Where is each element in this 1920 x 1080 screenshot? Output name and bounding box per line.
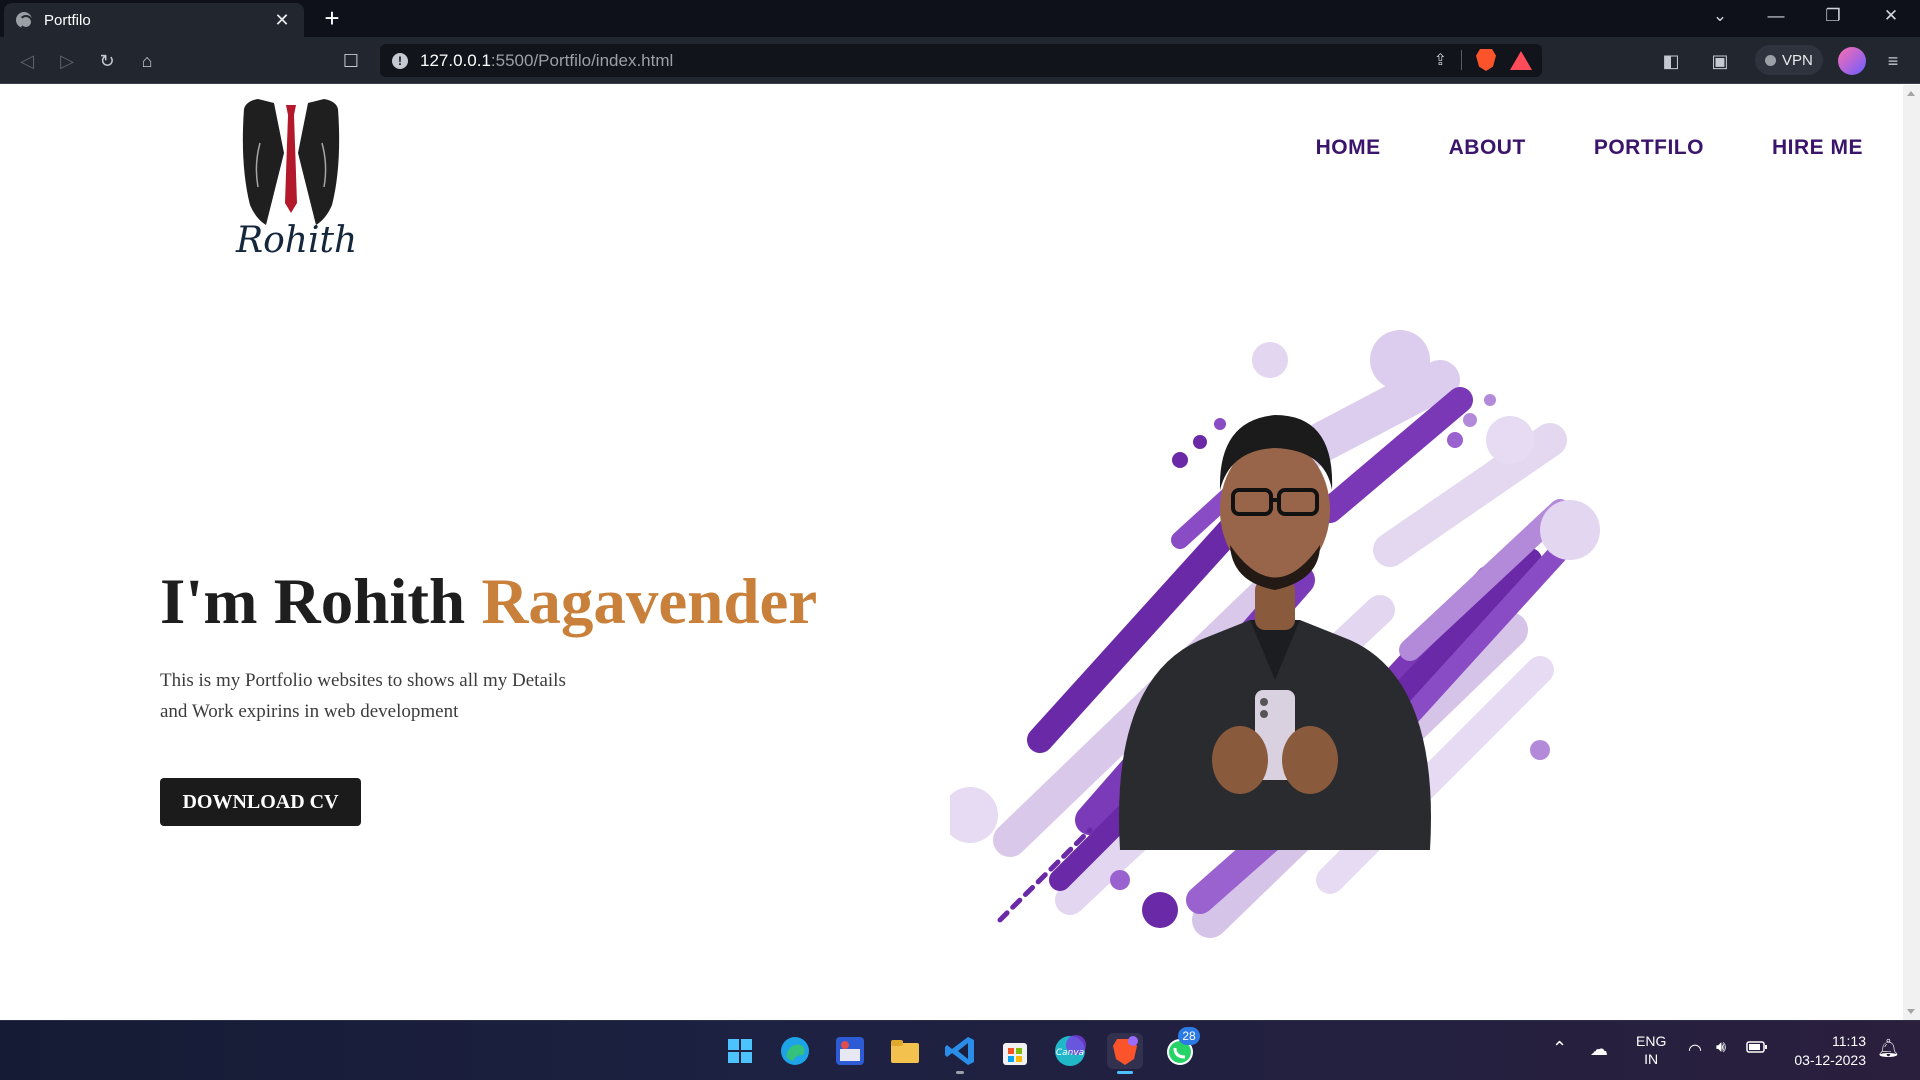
site-logo[interactable]: Rohith [236,95,358,290]
clock-time: 11:13 [1832,1033,1866,1049]
scroll-up-icon[interactable] [1907,91,1915,96]
hero-title: I'm Rohith Ragavender [160,565,817,640]
forward-button[interactable]: ▷ [54,48,80,74]
scroll-down-icon[interactable] [1907,1009,1915,1014]
url-path: :5500/Portfilo/index.html [490,50,674,70]
browser-toolbar: ◁ ▷ ↻ ⌂ ☐ ! 127.0.0.1 :5500/Portfilo/ind… [0,37,1920,84]
bookmark-icon[interactable]: ☐ [338,48,364,74]
vpn-status-icon [1765,54,1776,66]
notification-bell-icon[interactable]: 🔔︎ [1877,1038,1900,1059]
nav-about[interactable]: ABOUT [1449,136,1526,160]
battery-icon[interactable] [1746,1040,1768,1057]
page-scrollbar[interactable] [1903,85,1920,1020]
hero-title-name: I'm Rohith [160,566,482,638]
clock-date: 03-12-2023 [1794,1052,1866,1068]
canva-icon[interactable]: Canva [1052,1033,1088,1069]
web-page: Rohith HOME ABOUT PORTFILO HIRE ME I'm R… [0,85,1903,1020]
minimize-button[interactable]: — [1762,6,1790,26]
wifi-icon[interactable]: ◠ [1688,1040,1702,1060]
suit-logo-icon [242,99,340,225]
windows-start-icon[interactable] [722,1033,758,1069]
tab-search-icon[interactable]: ⌄ [1706,6,1734,26]
tab-strip: Portfilo ✕ + ⌄ — ❐ ✕ [0,0,1920,37]
brave-shields-icon[interactable] [1476,49,1496,71]
wallet-icon[interactable]: ▣ [1707,48,1733,74]
language-label: ENG [1636,1033,1667,1049]
download-cv-button[interactable]: DOWNLOAD CV [160,778,361,826]
home-button[interactable]: ⌂ [134,48,160,74]
restore-button[interactable]: ❐ [1819,6,1847,26]
whatsapp-badge: 28 [1178,1027,1200,1045]
nav-hire-me[interactable]: HIRE ME [1772,136,1863,160]
cloud-icon[interactable]: ☁ [1590,1039,1608,1060]
store-icon[interactable] [997,1033,1033,1069]
close-window-button[interactable]: ✕ [1877,6,1905,26]
address-bar[interactable]: ! 127.0.0.1 :5500/Portfilo/index.html ⇪ [380,44,1542,77]
profile-photo-illustration [942,330,1600,938]
brave-rewards-icon[interactable] [1510,50,1532,70]
sidebar-toggle-icon[interactable]: ◧ [1658,48,1684,74]
hero-image [942,320,1610,950]
reload-button[interactable]: ↻ [94,48,120,74]
hero-description: This is my Portfolio websites to shows a… [160,670,566,722]
clock[interactable]: 11:13 03-12-2023 [1786,1032,1866,1070]
profile-avatar[interactable] [1838,47,1866,75]
vpn-label: VPN [1782,51,1813,69]
brave-icon[interactable] [1107,1033,1143,1069]
url-host: 127.0.0.1 [420,50,491,70]
game-icon[interactable] [832,1033,868,1069]
vscode-icon[interactable] [942,1033,978,1069]
edge-icon[interactable] [777,1033,813,1069]
back-button[interactable]: ◁ [14,48,40,74]
menu-icon[interactable]: ≡ [1880,48,1906,74]
vpn-button[interactable]: VPN [1755,45,1823,75]
volume-icon[interactable]: 🔊︎ [1716,1039,1726,1057]
site-info-icon[interactable]: ! [392,52,408,69]
language-indicator[interactable]: ENG IN [1636,1032,1666,1068]
hero-title-accent: Ragavender [481,566,818,638]
new-tab-button[interactable]: + [318,5,346,31]
nav-portfolio[interactable]: PORTFILO [1594,136,1704,160]
canva-label: Canva [1056,1048,1084,1058]
share-icon[interactable]: ⇪ [1434,50,1447,70]
windows-taskbar: Canva 28 ⌃ ☁ ENG IN ◠ 🔊︎ 11:13 03-12-202… [0,1020,1920,1080]
globe-icon [16,12,33,29]
browser-tab[interactable]: Portfilo ✕ [4,3,304,37]
divider [1461,50,1462,70]
region-label: IN [1644,1051,1659,1067]
active-indicator [1117,1071,1133,1074]
logo-text: Rohith [236,220,358,261]
chevron-up-icon[interactable]: ⌃ [1552,1038,1567,1059]
file-explorer-icon[interactable] [887,1033,923,1069]
close-tab-icon[interactable]: ✕ [272,10,292,31]
nav-home[interactable]: HOME [1316,136,1381,160]
main-nav: HOME ABOUT PORTFILO HIRE ME [1316,136,1863,160]
active-indicator [956,1071,964,1074]
tab-title: Portfilo [44,11,91,29]
